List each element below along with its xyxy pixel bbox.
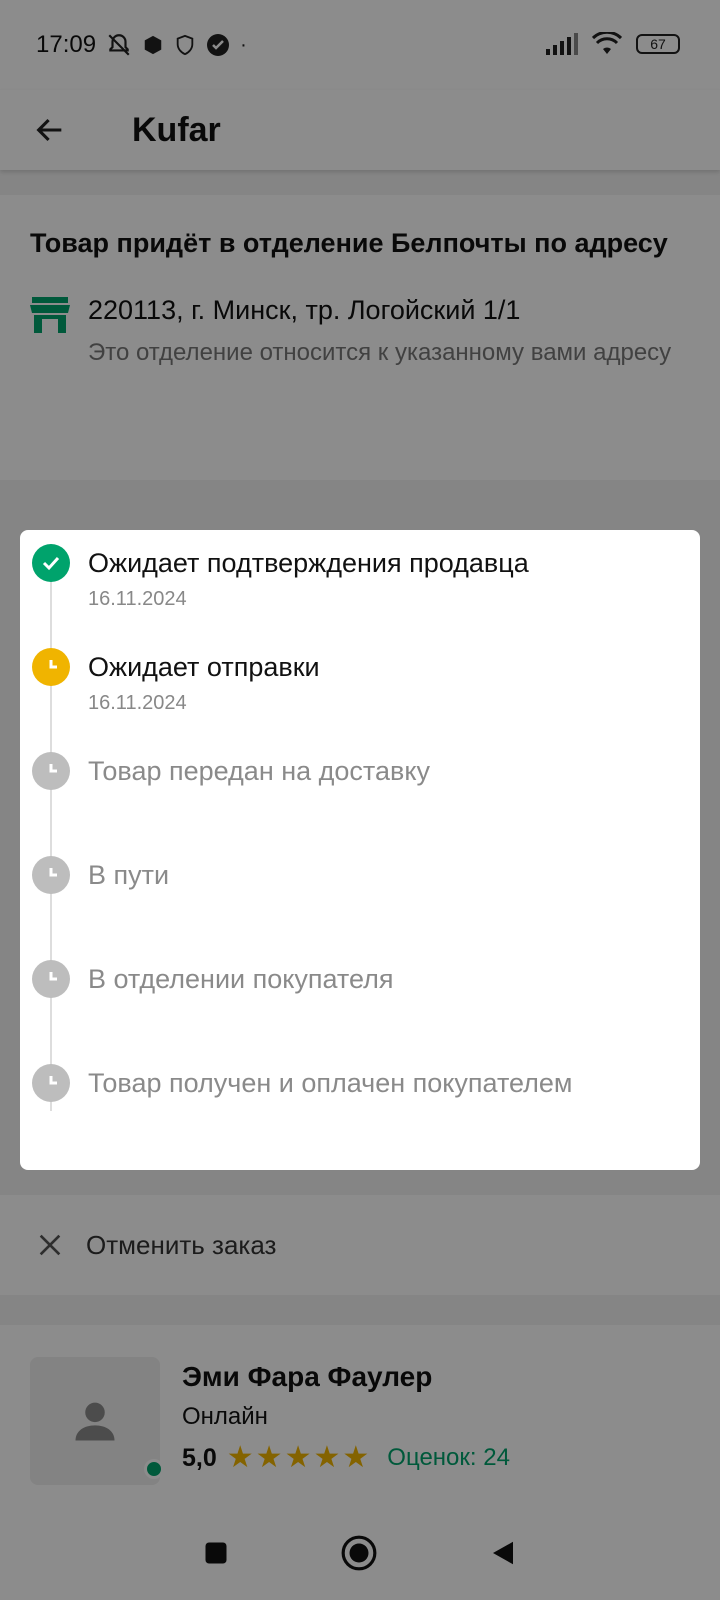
step-label: Товар получен и оплачен покупателем <box>88 1068 573 1098</box>
timeline-step: Товар передан на доставку <box>32 752 430 790</box>
step-date: 16.11.2024 <box>88 588 187 610</box>
clock-icon <box>32 856 70 894</box>
clock-icon <box>32 648 70 686</box>
timeline-step: Ожидает отправки 16.11.2024 <box>32 648 320 715</box>
check-icon <box>32 544 70 582</box>
step-label: В пути <box>88 860 170 890</box>
timeline-step: В пути <box>32 856 169 894</box>
step-label: Ожидает подтверждения продавца <box>88 548 529 578</box>
timeline-step: Товар получен и оплачен покупателем <box>32 1064 572 1102</box>
step-label: В отделении покупателя <box>88 964 394 994</box>
clock-icon <box>32 1064 70 1102</box>
step-date: 16.11.2024 <box>88 692 187 714</box>
order-status-popup: Ожидает подтверждения продавца 16.11.202… <box>20 530 700 1170</box>
timeline-step: Ожидает подтверждения продавца 16.11.202… <box>32 544 529 611</box>
timeline-step: В отделении покупателя <box>32 960 393 998</box>
clock-icon <box>32 752 70 790</box>
clock-icon <box>32 960 70 998</box>
step-label: Ожидает отправки <box>88 652 320 682</box>
step-label: Товар передан на доставку <box>88 756 430 786</box>
